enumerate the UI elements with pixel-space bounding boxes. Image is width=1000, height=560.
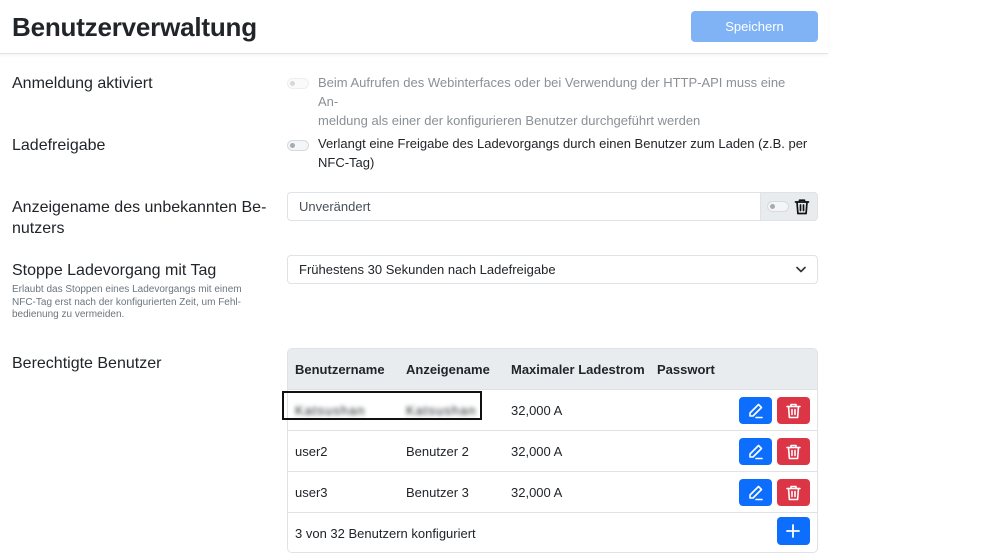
trash-icon: [786, 403, 801, 419]
switch-knob: [290, 81, 295, 86]
save-button[interactable]: Speichern: [691, 11, 818, 42]
table-row: user2 Benutzer 2 32,000 A: [288, 431, 817, 472]
column-header-username: Benutzername: [295, 362, 385, 377]
delete-user-button[interactable]: [777, 479, 810, 506]
description-line: NFC-Tag): [318, 155, 375, 170]
user-count-text: 3 von 32 Benutzern konfiguriert: [295, 526, 476, 541]
login-enabled-label: Anmeldung aktiviert: [12, 75, 153, 92]
login-enabled-switch[interactable]: [287, 78, 309, 89]
charge-release-switch[interactable]: [287, 140, 309, 151]
pencil-icon: [749, 444, 763, 460]
username-cell: user3: [295, 485, 328, 500]
stop-with-tag-label: Stoppe Ladevorgang mit Tag: [12, 262, 217, 279]
description-line: Beim Aufrufen des Webinterfaces oder bei…: [318, 75, 786, 109]
pencil-icon: [749, 485, 763, 501]
page-header: Benutzerverwaltung Speichern: [0, 0, 828, 54]
username-cell: Katsushan: [295, 403, 366, 418]
pencil-icon: [749, 403, 763, 419]
display-name-cell: Katsushan: [406, 403, 477, 418]
label-line: Anzeigename des unbekannten Be-: [12, 199, 267, 216]
delete-user-button[interactable]: [777, 397, 810, 424]
column-header-password: Passwort: [657, 362, 715, 377]
username-cell: user2: [295, 444, 328, 459]
table-row: Katsushan Katsushan 32,000 A: [288, 390, 817, 431]
add-user-button[interactable]: [777, 517, 810, 545]
unknown-user-name-addon: [760, 192, 818, 221]
stop-with-tag-select[interactable]: Frühestens 30 Sekunden nach Ladefreigabe: [287, 255, 818, 284]
max-current-cell: 32,000 A: [511, 485, 563, 500]
charge-release-description: Verlangt eine Freigabe des Ladevorgangs …: [318, 134, 808, 172]
chevron-down-icon: [796, 266, 806, 273]
charge-release-label: Ladefreigabe: [12, 137, 106, 154]
max-current-cell: 32,000 A: [511, 403, 563, 418]
display-name-cell: Benutzer 2: [406, 444, 469, 459]
plus-icon: [786, 524, 800, 538]
authorized-users-label: Berechtigte Benutzer: [12, 355, 162, 372]
edit-user-button[interactable]: [739, 397, 772, 424]
trash-icon: [786, 444, 801, 460]
unknown-user-name-switch[interactable]: [767, 201, 789, 212]
description-line: meldung als einer der konfigurieren Benu…: [318, 113, 701, 128]
stop-with-tag-help: Erlaubt das Stoppen eines Ladevorgangs m…: [12, 284, 270, 322]
user-management-page: Benutzerverwaltung Speichern Anmeldung a…: [0, 0, 1000, 560]
column-header-max-current: Maximaler Ladestrom: [511, 362, 645, 377]
table-header: Benutzername Anzeigename Maximaler Lades…: [288, 349, 817, 390]
description-line: Verlangt eine Freigabe des Ladevorgangs …: [318, 136, 808, 151]
page-title: Benutzerverwaltung: [12, 12, 257, 42]
select-value: Frühestens 30 Sekunden nach Ladefreigabe: [299, 262, 556, 277]
table-footer: 3 von 32 Benutzern konfiguriert: [288, 513, 817, 552]
unknown-user-name-label: Anzeigename des unbekannten Be- nutzers: [12, 197, 266, 239]
column-header-display-name: Anzeigename: [406, 362, 490, 377]
delete-user-button[interactable]: [777, 438, 810, 465]
edit-user-button[interactable]: [739, 438, 772, 465]
label-line: nutzers: [12, 220, 65, 237]
help-line: bedienung zu vermeiden.: [12, 309, 125, 320]
edit-user-button[interactable]: [739, 479, 772, 506]
table-row: user3 Benutzer 3 32,000 A: [288, 472, 817, 513]
display-name-cell: Benutzer 3: [406, 485, 469, 500]
login-enabled-description: Beim Aufrufen des Webinterfaces oder bei…: [318, 73, 808, 130]
help-line: Erlaubt das Stoppen eines Ladevorgangs m…: [12, 284, 242, 295]
switch-knob: [770, 204, 775, 209]
trash-icon[interactable]: [794, 198, 810, 215]
unknown-user-name-input[interactable]: Unverändert: [287, 192, 761, 221]
help-line: NFC-Tag erst nach der konfigurierten Zei…: [12, 296, 241, 308]
switch-knob: [290, 143, 295, 148]
users-table: Benutzername Anzeigename Maximaler Lades…: [287, 348, 818, 553]
max-current-cell: 32,000 A: [511, 444, 563, 459]
trash-icon: [786, 485, 801, 501]
